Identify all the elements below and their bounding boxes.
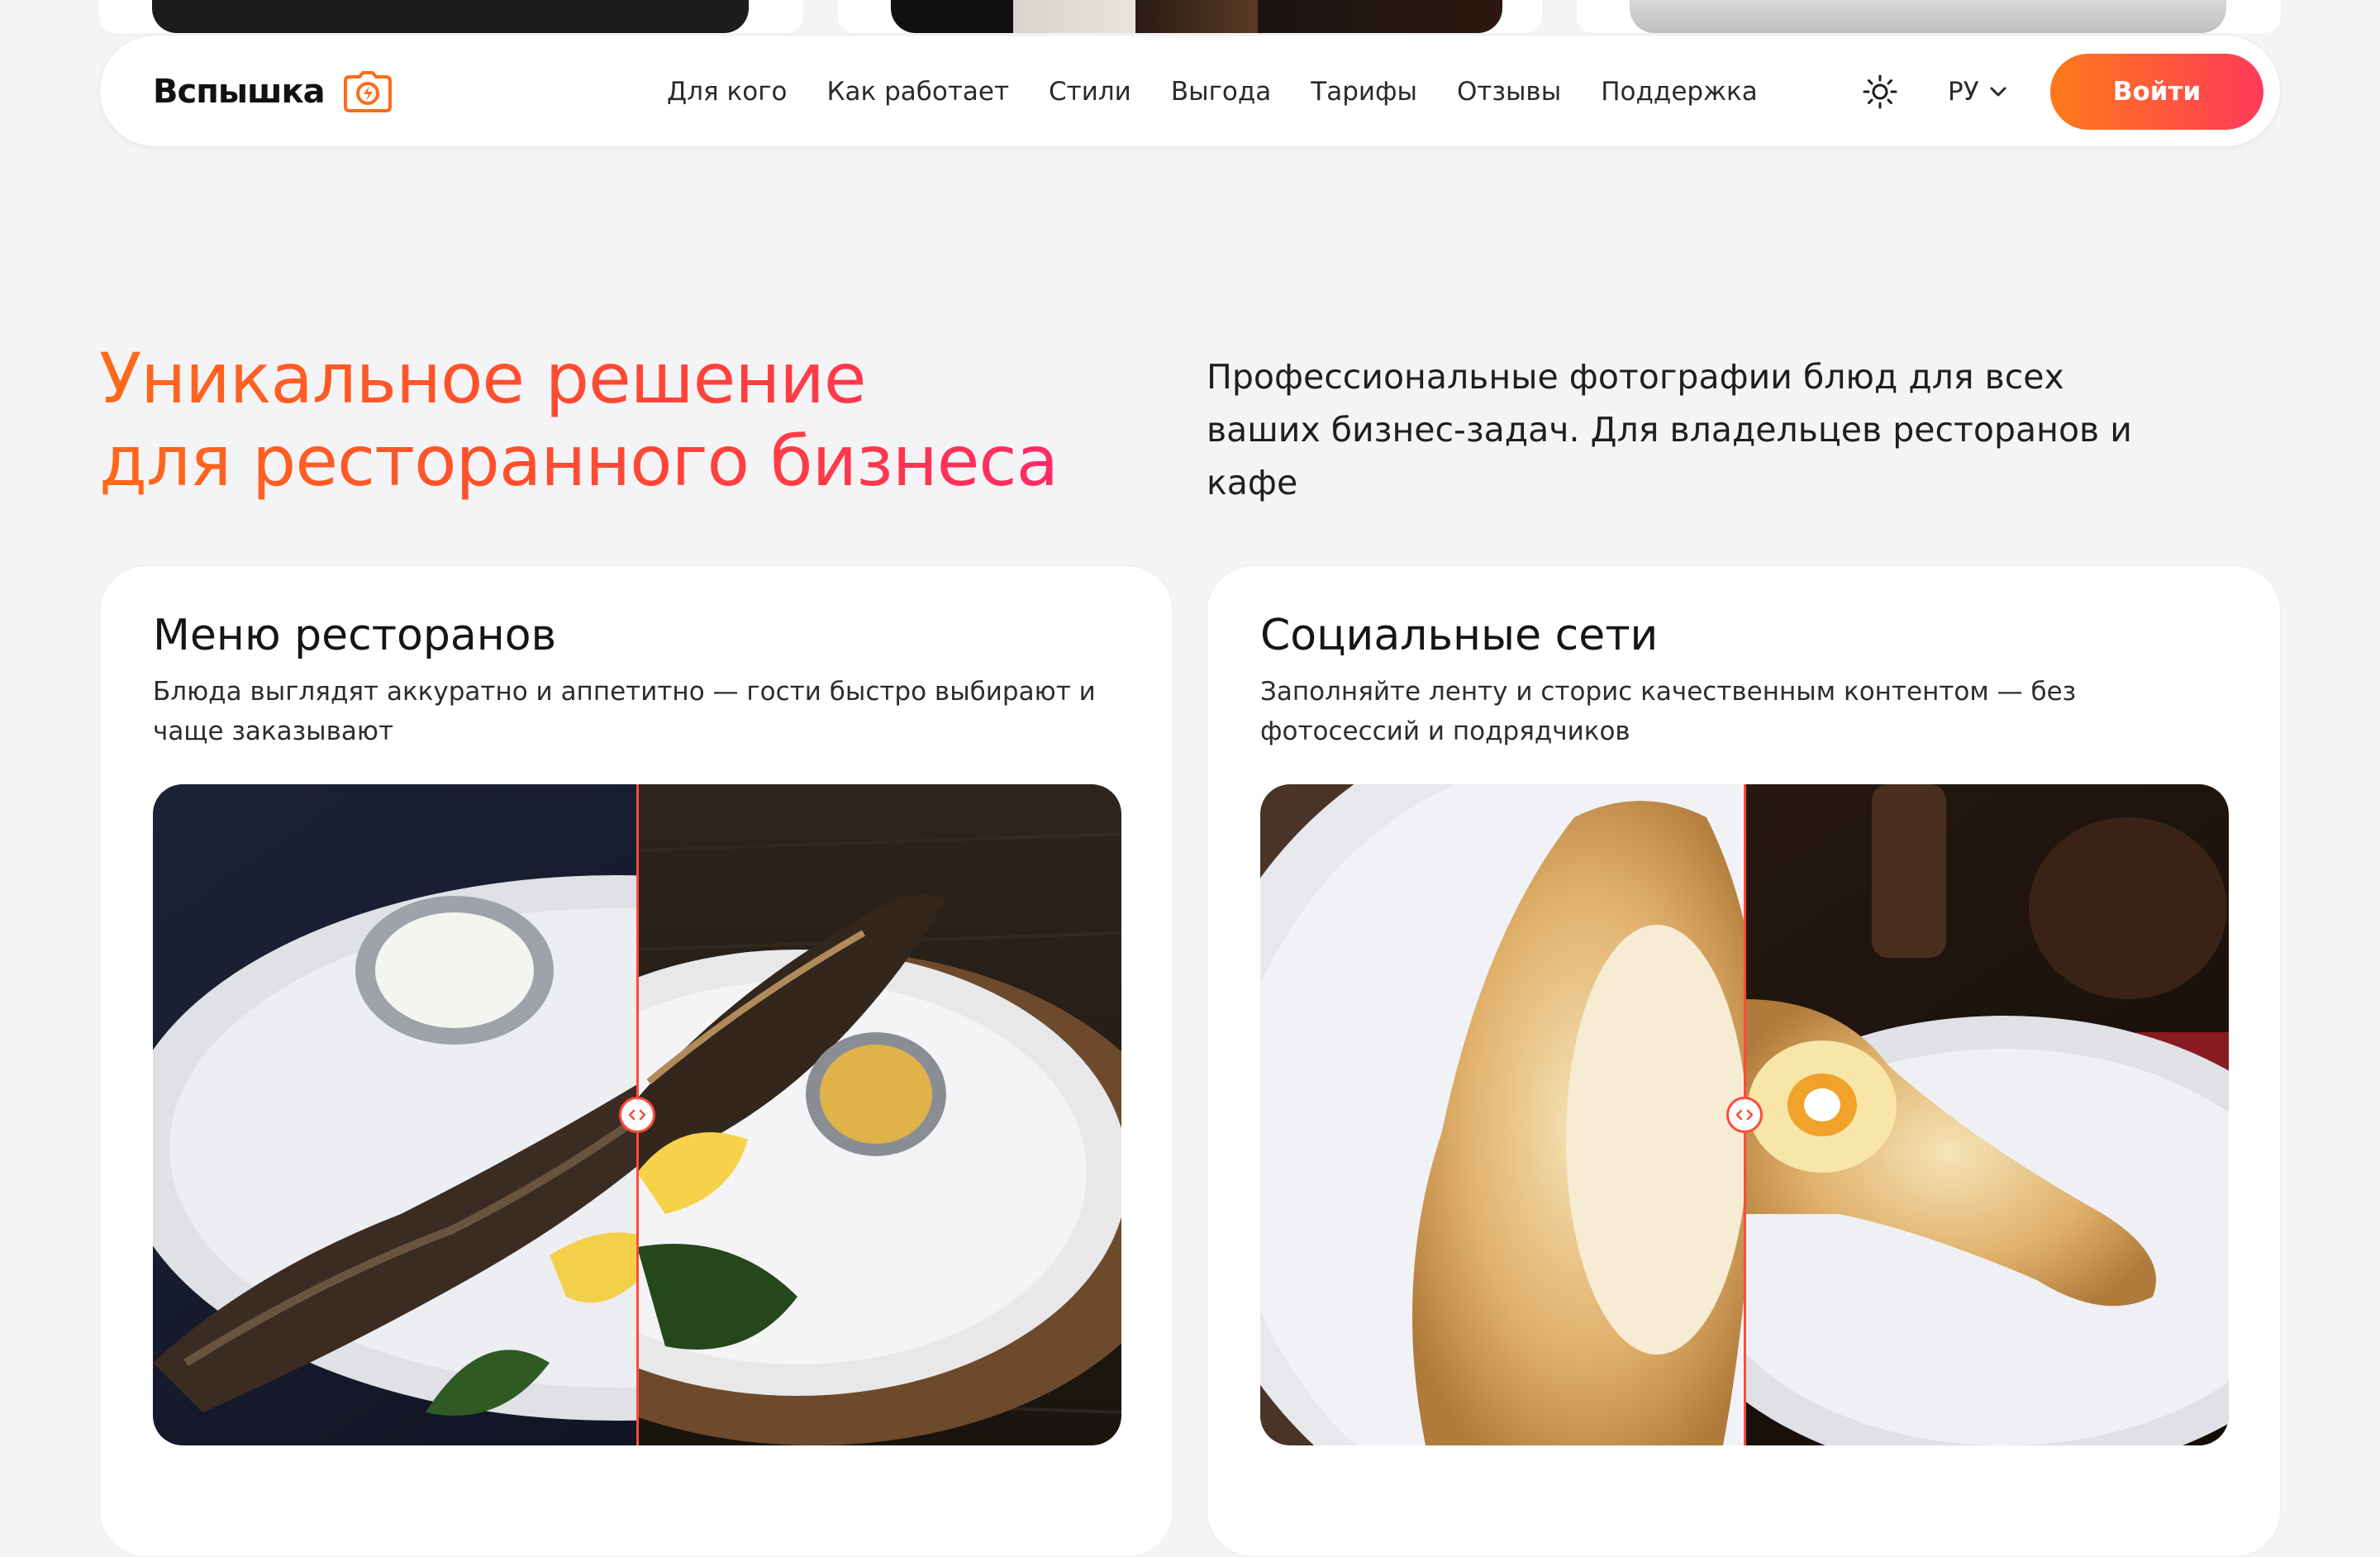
chevron-down-icon — [1990, 87, 2006, 97]
before-after-slider[interactable] — [1260, 784, 2229, 1445]
use-case-card-menu: Меню ресторанов Блюда выглядят аккуратно… — [99, 565, 1173, 1557]
previous-section-card — [1577, 0, 2281, 33]
arrows-left-right-icon — [1735, 1109, 1754, 1121]
card-description: Заполняйте ленту и сторис качественным к… — [1260, 677, 2077, 746]
nav-styles[interactable]: Стили — [1049, 77, 1131, 107]
site-header: Вспышка Для кого Как работает Стили Выго… — [99, 35, 2281, 147]
hero-title-line-2: для ресторанного бизнеса — [99, 421, 1059, 502]
previous-section-card — [838, 0, 1542, 33]
card-title: Социальные сети — [1260, 611, 1659, 660]
hero-subtitle: Профессиональные фотографии блюд для все… — [1207, 357, 2132, 502]
nav-for-whom[interactable]: Для кого — [667, 77, 787, 107]
language-label: РУ — [1948, 77, 1979, 107]
card-description: Блюда выглядят аккуратно и аппетитно — г… — [153, 677, 1096, 746]
arrows-left-right-icon — [628, 1109, 646, 1121]
previous-section-card — [99, 0, 803, 33]
nav-support[interactable]: Поддержка — [1601, 77, 1758, 107]
logo-text: Вспышка — [153, 73, 326, 111]
compare-handle[interactable] — [1726, 1097, 1763, 1133]
logo[interactable]: Вспышка — [153, 69, 393, 115]
compare-handle[interactable] — [619, 1097, 655, 1133]
previous-card-image — [152, 0, 749, 33]
hero-title-line-1: Уникальное решение — [99, 337, 1058, 420]
before-after-slider[interactable] — [153, 784, 1121, 1445]
camera-flash-icon — [343, 71, 392, 112]
language-selector[interactable]: РУ — [1948, 72, 2007, 112]
nav-reviews[interactable]: Отзывы — [1457, 77, 1561, 107]
sun-icon[interactable] — [1862, 74, 1898, 110]
use-case-card-social: Социальные сети Заполняйте ленту и стори… — [1207, 565, 2281, 1557]
card-title: Меню ресторанов — [153, 611, 557, 660]
hero-title: Уникальное решение для ресторанного бизн… — [99, 337, 1059, 502]
nav-how-it-works[interactable]: Как работает — [826, 77, 1009, 107]
login-button[interactable]: Войти — [2050, 54, 2263, 130]
nav-benefits[interactable]: Выгода — [1171, 77, 1271, 107]
main-nav: Для кого Как работает Стили Выгода Тариф… — [667, 70, 1797, 113]
previous-card-image — [1630, 0, 2226, 33]
nav-pricing[interactable]: Тарифы — [1311, 77, 1417, 107]
previous-card-image — [891, 0, 1502, 33]
